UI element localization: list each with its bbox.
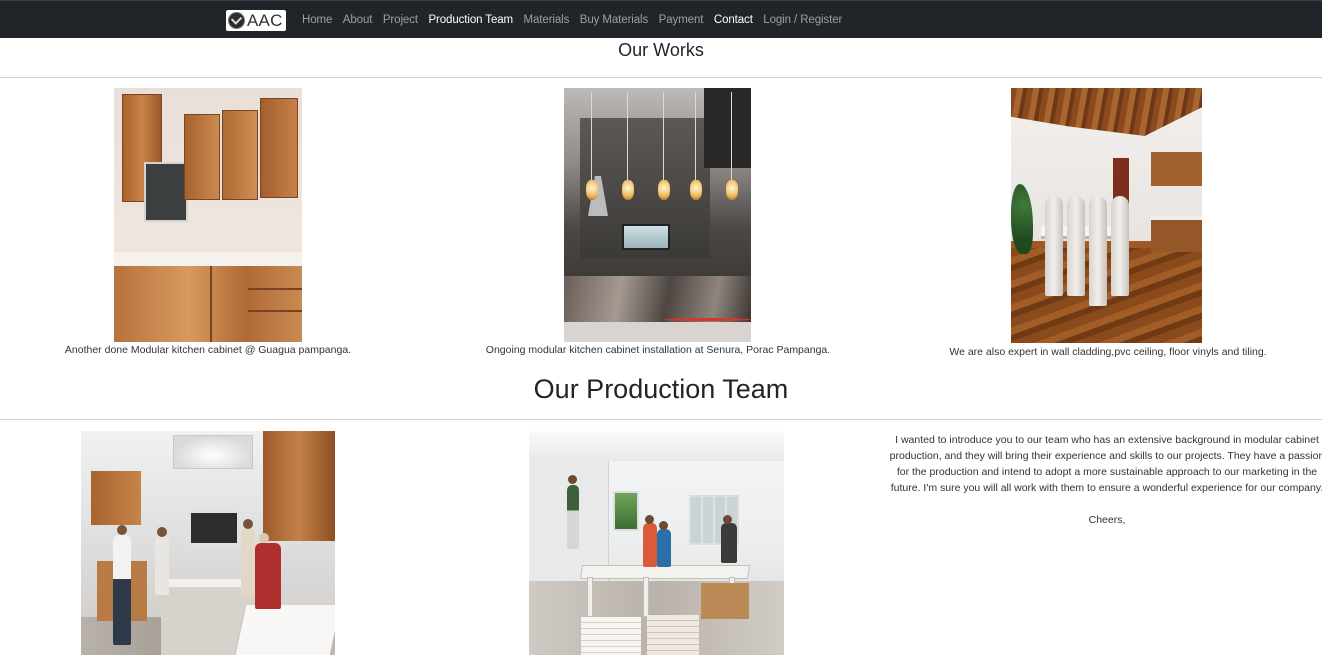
nav-item-payment[interactable]: Payment (659, 14, 704, 26)
nav-item-buy-materials[interactable]: Buy Materials (580, 14, 648, 26)
nav-item-materials[interactable]: Materials (524, 14, 570, 26)
brand-logo-link[interactable]: AAC (226, 10, 286, 31)
nav-item-project[interactable]: Project (383, 14, 418, 26)
nav-item-login-register[interactable]: Login / Register (763, 14, 842, 26)
nav-item-home[interactable]: Home (302, 14, 332, 26)
team-photo-workers-boards (529, 431, 784, 655)
nav-menu: Home About Project Production Team Mater… (302, 1, 853, 39)
work-photo-dining-interior (1011, 88, 1202, 343)
team-photo-kitchen-workers (81, 431, 335, 655)
team-intro-paragraph: I wanted to introduce you to our team wh… (889, 434, 1322, 494)
work-caption-2: Ongoing modular kitchen cabinet installa… (485, 344, 831, 356)
brand-logo-icon (228, 12, 245, 29)
divider (0, 419, 1322, 420)
navbar: AAC Home About Project Production Team M… (0, 0, 1322, 38)
divider (0, 77, 1322, 78)
team-intro-text: I wanted to introduce you to our team wh… (885, 432, 1322, 528)
nav-item-production-team[interactable]: Production Team (428, 14, 513, 26)
work-photo-kitchen-installation (564, 88, 751, 342)
brand-text: AAC (247, 11, 283, 30)
work-photo-kitchen-cabinet (114, 88, 302, 342)
work-caption-1: Another done Modular kitchen cabinet @ G… (64, 344, 352, 356)
nav-item-contact[interactable]: Contact (714, 14, 753, 26)
work-caption-3: We are also expert in wall cladding,pvc … (949, 346, 1267, 358)
works-section-title: Our Works (618, 40, 704, 60)
nav-item-about[interactable]: About (343, 14, 373, 26)
team-signoff: Cheers, (1088, 514, 1126, 526)
team-section-title: Our Production Team (533, 374, 789, 404)
